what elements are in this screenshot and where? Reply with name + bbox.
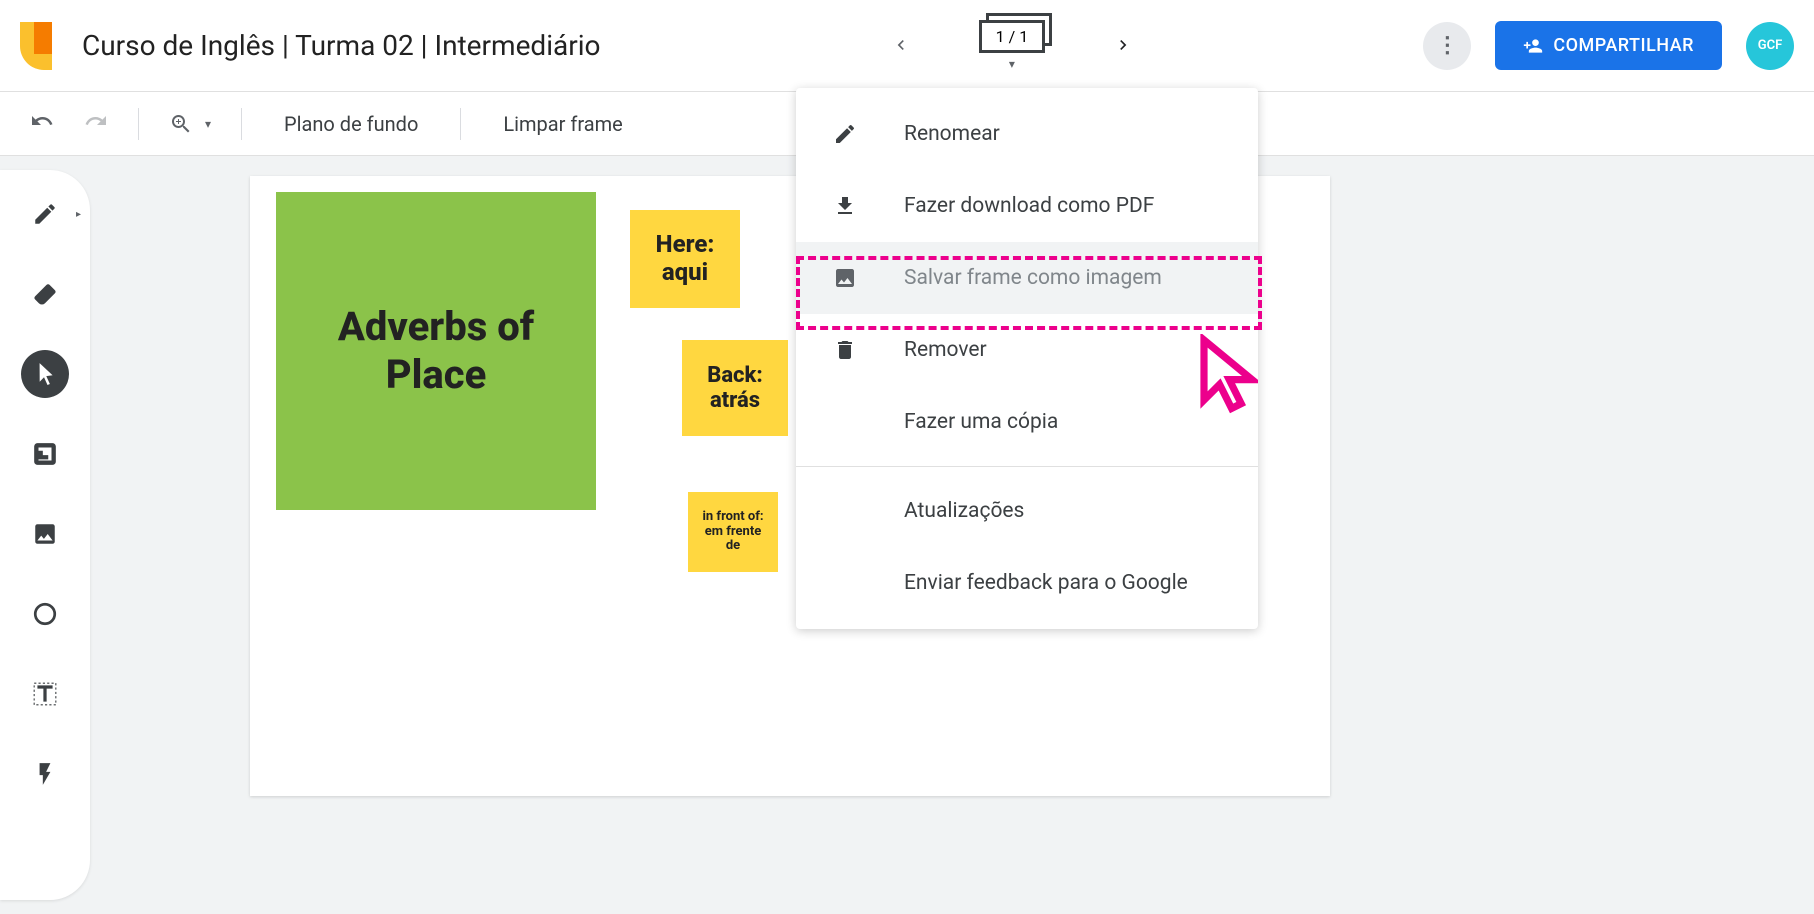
- laser-tool[interactable]: [21, 750, 69, 798]
- menu-label: Fazer uma cópia: [904, 410, 1058, 434]
- caret-down-icon: ▾: [205, 117, 211, 131]
- menu-item-download-pdf[interactable]: Fazer download como PDF: [796, 170, 1258, 242]
- image-tool[interactable]: [21, 510, 69, 558]
- menu-separator: [796, 466, 1258, 467]
- menu-item-remove[interactable]: Remover: [796, 314, 1258, 386]
- prev-frame-button[interactable]: [883, 21, 919, 70]
- zoom-in-icon: [169, 112, 193, 136]
- sticky-note-tool[interactable]: [21, 430, 69, 478]
- person-add-icon: [1523, 36, 1543, 56]
- clear-frame-button[interactable]: Limpar frame: [491, 112, 634, 136]
- menu-item-make-copy[interactable]: Fazer uma cópia: [796, 386, 1258, 458]
- share-button[interactable]: COMPARTILHAR: [1495, 21, 1722, 70]
- menu-label: Atualizações: [904, 499, 1024, 523]
- tool-sidebar: ▸: [0, 170, 90, 900]
- divider: [138, 108, 139, 140]
- header-bar: Curso de Inglês | Turma 02 | Intermediár…: [0, 0, 1814, 92]
- next-frame-button[interactable]: [1105, 21, 1141, 70]
- app-logo: [20, 22, 52, 70]
- caret-icon: ▸: [76, 209, 81, 220]
- zoom-control[interactable]: ▾: [169, 112, 211, 136]
- caret-down-icon: ▾: [1009, 57, 1015, 71]
- frame-counter: 1 / 1: [979, 20, 1046, 53]
- header-center: 1 / 1 ▾: [601, 20, 1424, 71]
- text-box-tool[interactable]: [21, 670, 69, 718]
- divider: [460, 108, 461, 140]
- menu-label: Enviar feedback para o Google: [904, 571, 1188, 595]
- pen-tool[interactable]: ▸: [21, 190, 69, 238]
- menu-item-updates[interactable]: Atualizações: [796, 475, 1258, 547]
- sticky-note[interactable]: in front of: em frente de: [688, 492, 778, 572]
- menu-label: Remover: [904, 338, 987, 362]
- redo-button[interactable]: [84, 109, 108, 139]
- background-button[interactable]: Plano de fundo: [272, 112, 430, 136]
- image-icon: [832, 266, 858, 290]
- menu-item-rename[interactable]: Renomear: [796, 98, 1258, 170]
- select-tool[interactable]: [21, 350, 69, 398]
- more-options-menu: Renomear Fazer download como PDF Salvar …: [796, 88, 1258, 629]
- edit-icon: [832, 122, 858, 146]
- sticky-note-large[interactable]: Adverbs of Place: [276, 192, 596, 510]
- eraser-tool[interactable]: [21, 270, 69, 318]
- menu-item-feedback[interactable]: Enviar feedback para o Google: [796, 547, 1258, 619]
- shape-tool[interactable]: [21, 590, 69, 638]
- more-options-button[interactable]: ⋮: [1423, 22, 1471, 70]
- frame-indicator[interactable]: 1 / 1 ▾: [979, 20, 1046, 71]
- share-label: COMPARTILHAR: [1553, 35, 1694, 56]
- menu-label: Salvar frame como imagem: [904, 266, 1162, 290]
- download-icon: [832, 194, 858, 218]
- menu-label: Renomear: [904, 122, 1000, 146]
- menu-item-save-image[interactable]: Salvar frame como imagem: [796, 242, 1258, 314]
- document-title[interactable]: Curso de Inglês | Turma 02 | Intermediár…: [82, 29, 601, 62]
- trash-icon: [832, 338, 858, 362]
- user-avatar[interactable]: GCF: [1746, 22, 1794, 70]
- divider: [241, 108, 242, 140]
- undo-button[interactable]: [30, 109, 54, 139]
- sticky-note[interactable]: Here: aqui: [630, 210, 740, 308]
- menu-label: Fazer download como PDF: [904, 194, 1154, 218]
- header-right: ⋮ COMPARTILHAR GCF: [1423, 21, 1794, 70]
- sticky-note[interactable]: Back: atrás: [682, 340, 788, 436]
